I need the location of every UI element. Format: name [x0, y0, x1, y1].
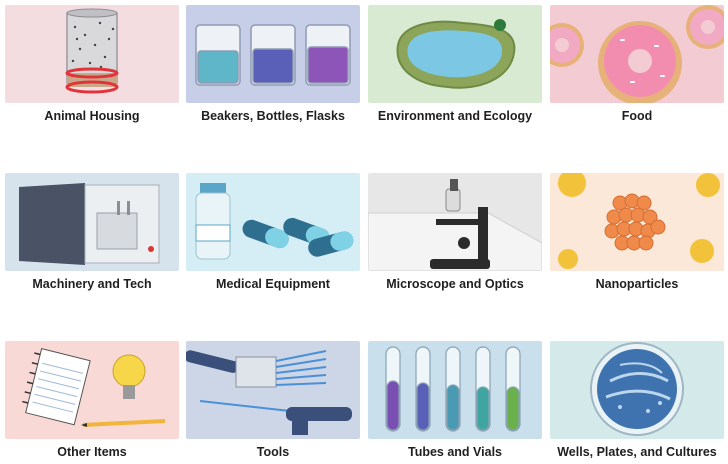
test-tubes-icon	[368, 341, 542, 439]
category-label: Animal Housing	[44, 109, 140, 123]
microscope-icon	[368, 173, 542, 271]
category-card-tubes[interactable]: Tubes and Vials	[368, 341, 542, 459]
category-label: Medical Equipment	[216, 277, 330, 291]
category-label: Tubes and Vials	[407, 445, 502, 459]
donut-icon	[550, 5, 724, 103]
category-card-animal-housing[interactable]: Animal Housing	[5, 5, 179, 123]
category-grid: Animal Housing Beakers, Bottles, Flasks	[0, 0, 728, 464]
category-card-environment[interactable]: Environment and Ecology	[368, 5, 542, 123]
pipette-icon	[186, 341, 360, 439]
category-label: Wells, Plates, and Cultures	[557, 445, 717, 459]
category-label: Machinery and Tech	[32, 277, 152, 291]
category-label: Tools	[256, 445, 290, 459]
category-card-wells[interactable]: Wells, Plates, and Cultures	[550, 341, 724, 459]
category-card-tools[interactable]: Tools	[186, 341, 360, 459]
category-label: Nanoparticles	[595, 277, 679, 291]
animal-cage-icon	[5, 5, 179, 103]
notebook-lightbulb-icon	[5, 341, 179, 439]
lab-machine-icon	[5, 173, 179, 271]
category-card-nanoparticles[interactable]: Nanoparticles	[550, 173, 724, 291]
category-label: Environment and Ecology	[377, 109, 533, 123]
category-label: Microscope and Optics	[386, 277, 524, 291]
category-card-food[interactable]: Food	[550, 5, 724, 123]
category-card-microscope[interactable]: Microscope and Optics	[368, 173, 542, 291]
nanoparticles-icon	[550, 173, 724, 271]
petri-dish-icon	[550, 341, 724, 439]
category-label: Beakers, Bottles, Flasks	[201, 109, 345, 123]
beakers-icon	[186, 5, 360, 103]
category-label: Other Items	[57, 445, 127, 459]
vial-capsules-icon	[186, 173, 360, 271]
category-card-other-items[interactable]: Other Items	[5, 341, 179, 459]
category-card-medical[interactable]: Medical Equipment	[186, 173, 360, 291]
pond-icon	[368, 5, 542, 103]
category-label: Food	[621, 109, 653, 123]
category-card-machinery[interactable]: Machinery and Tech	[5, 173, 179, 291]
category-card-beakers[interactable]: Beakers, Bottles, Flasks	[186, 5, 360, 123]
